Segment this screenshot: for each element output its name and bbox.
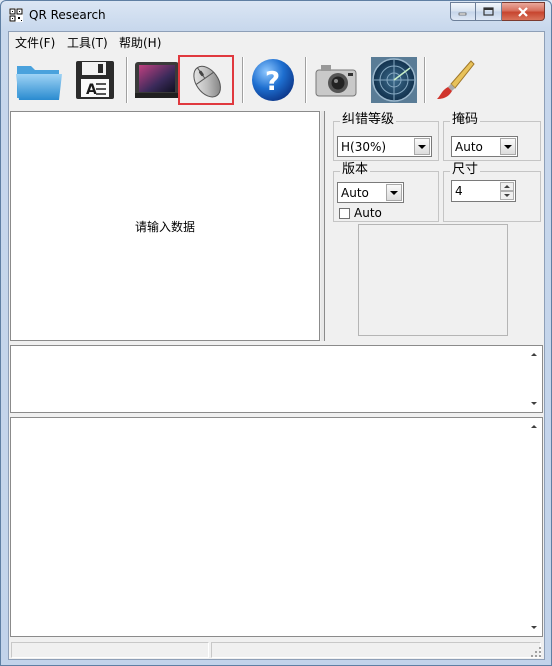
chevron-down-icon[interactable]	[500, 138, 516, 155]
error-correction-label: 纠错等级	[340, 112, 397, 127]
input-prompt: 请输入数据	[134, 220, 195, 234]
size-label: 尺寸	[450, 162, 481, 177]
version-auto-checkbox[interactable]	[339, 207, 350, 219]
scroll-down-icon[interactable]	[525, 395, 542, 412]
scroll-down-icon[interactable]	[525, 619, 542, 636]
minimize-icon	[458, 12, 467, 15]
close-button[interactable]	[502, 2, 545, 21]
open-button[interactable]	[11, 55, 67, 105]
data-input-area[interactable]: 请输入数据	[10, 111, 320, 341]
settings-panel: 纠错等级 H(30%) 掩码 Auto 版本 Auto Auto 尺寸 4	[324, 111, 544, 341]
size-spinner[interactable]: 4	[451, 180, 516, 202]
error-correction-select[interactable]: H(30%)	[337, 136, 432, 157]
save-button[interactable]: A	[67, 55, 123, 105]
title-bar: QR Research	[1, 1, 551, 31]
menu-bar: 文件(F) 工具(T) 帮助(H)	[9, 32, 544, 51]
camera-icon	[315, 65, 357, 97]
close-icon	[518, 6, 528, 17]
minimize-button[interactable]	[450, 2, 476, 21]
menu-file[interactable]: 文件(F)	[15, 34, 55, 51]
chevron-down-icon[interactable]	[386, 184, 402, 201]
spin-down-icon[interactable]	[500, 191, 514, 200]
help-icon: ?	[252, 59, 294, 101]
radar-icon	[371, 57, 417, 103]
error-correction-value: H(30%)	[341, 140, 387, 154]
app-window: QR Research 文件(F) 工具(T) 帮助(H) A ? 请输入数据 …	[0, 0, 552, 666]
caption-buttons	[450, 2, 545, 21]
version-auto-checkbox-row[interactable]: Auto	[339, 206, 382, 220]
camera-button[interactable]	[308, 55, 364, 105]
scan-button[interactable]	[366, 55, 422, 105]
menu-help[interactable]: 帮助(H)	[119, 34, 161, 51]
status-cell-2	[211, 642, 541, 658]
menu-tools[interactable]: 工具(T)	[67, 34, 108, 51]
mask-value: Auto	[455, 140, 483, 154]
scroll-up-icon[interactable]	[525, 346, 542, 363]
version-value: Auto	[341, 186, 369, 200]
folder-icon	[16, 66, 62, 100]
mask-group: 掩码 Auto	[443, 113, 541, 161]
save-disk-icon: A	[76, 61, 114, 99]
maximize-button[interactable]	[476, 2, 502, 21]
spin-up-icon[interactable]	[500, 182, 514, 191]
help-button[interactable]: ?	[245, 55, 301, 105]
toolbar: A ?	[9, 51, 544, 107]
size-group: 尺寸 4	[443, 163, 541, 222]
resize-grip-icon[interactable]	[530, 646, 542, 658]
output-text-area[interactable]	[10, 345, 543, 413]
toolbar-separator	[242, 57, 244, 103]
svg-text:?: ?	[265, 67, 280, 97]
qr-app-icon	[9, 8, 23, 22]
maximize-icon	[483, 7, 494, 16]
mouse-button[interactable]	[178, 55, 234, 105]
status-bar	[9, 639, 544, 659]
monitor-icon	[135, 62, 179, 98]
mouse-icon	[193, 65, 221, 98]
status-cell-1	[11, 642, 209, 658]
size-spinner-buttons	[500, 182, 514, 200]
mask-label: 掩码	[450, 112, 481, 127]
qr-preview	[358, 224, 508, 336]
version-select[interactable]: Auto	[337, 182, 404, 203]
client-area: 文件(F) 工具(T) 帮助(H) A ? 请输入数据 纠错等级 H(30%) …	[8, 31, 545, 660]
window-title: QR Research	[29, 8, 106, 22]
display-button[interactable]	[129, 55, 185, 105]
log-scrollbar[interactable]	[525, 418, 542, 636]
paint-button[interactable]	[427, 55, 483, 105]
toolbar-separator	[305, 57, 307, 103]
version-auto-label: Auto	[354, 206, 382, 220]
paintbrush-icon	[437, 60, 475, 99]
version-group: 版本 Auto Auto	[333, 163, 439, 222]
svg-text:A: A	[86, 82, 97, 98]
log-text-area[interactable]	[10, 417, 543, 637]
toolbar-separator	[126, 57, 128, 103]
error-correction-group: 纠错等级 H(30%)	[333, 113, 439, 161]
output-scrollbar[interactable]	[525, 346, 542, 412]
size-value: 4	[455, 184, 463, 198]
version-label: 版本	[340, 162, 371, 177]
chevron-down-icon[interactable]	[414, 138, 430, 155]
scroll-up-icon[interactable]	[525, 418, 542, 435]
mask-select[interactable]: Auto	[451, 136, 518, 157]
toolbar-separator	[424, 57, 426, 103]
